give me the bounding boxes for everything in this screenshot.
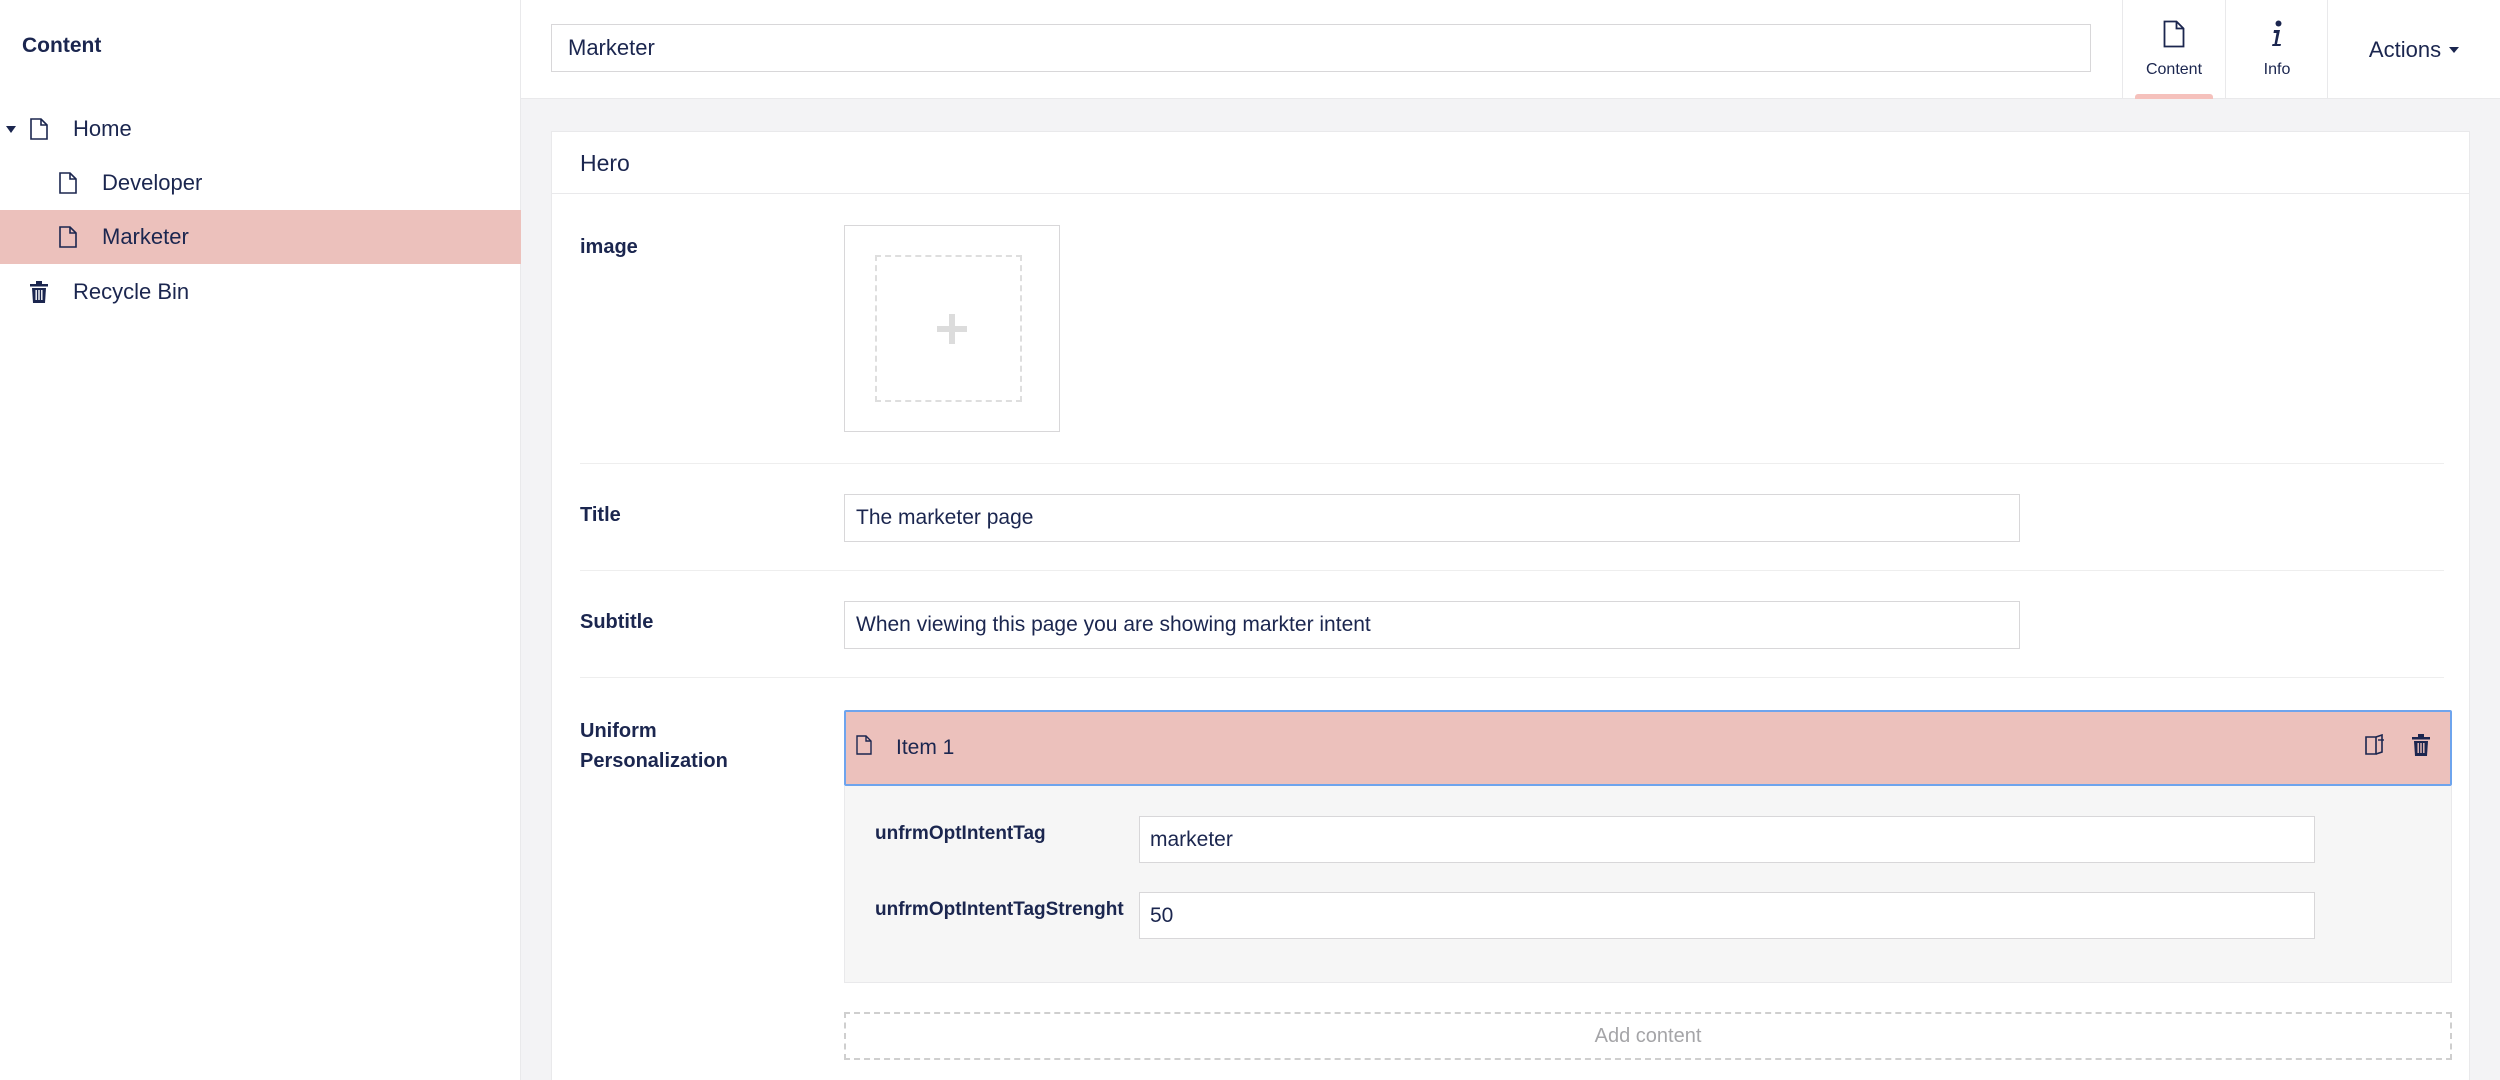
tab-label: Info (2263, 61, 2291, 78)
trash-icon (30, 281, 48, 303)
editor-main: Hero image Title Subtitle Uniform Person… (521, 99, 2500, 1080)
trash-icon[interactable] (2412, 734, 2430, 761)
tab-label: Content (2145, 61, 2203, 78)
expand-caret-icon[interactable] (6, 125, 16, 133)
divider (580, 677, 2444, 678)
intent-strength-input[interactable] (1139, 892, 2315, 939)
property-group-panel: Hero image Title Subtitle Uniform Person… (551, 131, 2470, 1080)
document-icon (856, 735, 872, 760)
divider (580, 570, 2444, 571)
tree-item-marketer[interactable]: Marketer (0, 210, 521, 264)
document-icon (59, 172, 77, 194)
content-tree-sidebar: Content Home Developer Marketer Recycle … (0, 0, 521, 1080)
tree-item-label: Marketer (102, 224, 189, 249)
intent-tag-label: unfrmOptIntentTag (875, 823, 1046, 844)
tree-item-label: Developer (102, 170, 203, 195)
actions-label: Actions (2368, 36, 2442, 62)
chevron-down-icon (2449, 46, 2460, 53)
intent-strength-label: unfrmOptIntentTagStrenght (875, 899, 1124, 920)
tree-item-label: Recycle Bin (73, 279, 190, 304)
editor-header: Content Info Actions (521, 0, 2500, 99)
divider (580, 463, 2444, 464)
subtitle-input[interactable] (844, 601, 2020, 649)
block-item[interactable]: Item 1 (844, 710, 2452, 786)
intent-tag-input[interactable] (1139, 816, 2315, 863)
title-input[interactable] (844, 494, 2020, 542)
tree-item-developer[interactable]: Developer (0, 156, 521, 210)
tab-info[interactable]: Info (2225, 0, 2328, 99)
title-label: Title (580, 504, 621, 526)
copy-icon[interactable] (2364, 733, 2386, 761)
node-name-input[interactable] (551, 24, 2091, 72)
image-label: image (580, 236, 638, 258)
info-icon (2270, 20, 2284, 53)
subtitle-label: Subtitle (580, 611, 654, 633)
image-picker[interactable] (844, 225, 1060, 432)
personalization-label: Uniform Personalization (580, 720, 728, 772)
document-icon (30, 118, 48, 140)
document-icon (59, 226, 77, 248)
tree-item-recycle-bin[interactable]: Recycle Bin (0, 265, 521, 319)
actions-button[interactable]: Actions (2327, 0, 2500, 99)
group-title: Hero (552, 132, 2469, 194)
document-icon (2163, 20, 2185, 53)
sidebar-title: Content (22, 34, 102, 57)
block-item-label: Item 1 (896, 736, 955, 759)
plus-icon (845, 226, 1059, 431)
tree-item-label: Home (73, 116, 132, 141)
tab-content[interactable]: Content (2122, 0, 2225, 99)
block-editor: unfrmOptIntentTag unfrmOptIntentTagStren… (844, 786, 2452, 983)
tree-item-home[interactable]: Home (0, 102, 521, 156)
add-content-button[interactable]: Add content (844, 1012, 2452, 1060)
